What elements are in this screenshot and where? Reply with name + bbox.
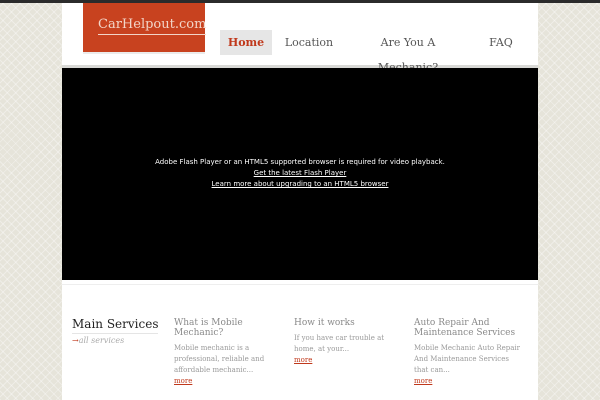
all-services-link-wrap[interactable]: →all services — [72, 336, 124, 345]
service-title[interactable]: What is Mobile Mechanic? — [174, 318, 284, 338]
main-services-title: Main Services — [72, 317, 159, 331]
more-link[interactable]: more — [174, 376, 284, 387]
all-services-link[interactable]: all services — [79, 336, 125, 345]
service-card-how-it-works: How it works If you have car trouble at … — [294, 318, 404, 366]
site-header: CarHelpout.com Home Location Are You A M… — [62, 3, 538, 74]
more-link[interactable]: more — [294, 355, 404, 366]
service-title[interactable]: How it works — [294, 318, 404, 328]
service-text: If you have car trouble at home, at your… — [294, 334, 385, 353]
html5-upgrade-link[interactable]: Learn more about upgrading to an HTML5 b… — [212, 180, 389, 188]
services-title-underline — [72, 333, 158, 334]
more-link[interactable]: more — [414, 376, 524, 387]
get-flash-player-link[interactable]: Get the latest Flash Player — [254, 169, 347, 177]
video-fallback-message: Adobe Flash Player or an HTML5 supported… — [62, 157, 538, 190]
arrow-right-icon: → — [72, 336, 79, 345]
service-text: Mobile mechanic is a professional, relia… — [174, 344, 265, 374]
nav-home[interactable]: Home — [220, 30, 272, 55]
video-player[interactable]: Adobe Flash Player or an HTML5 supported… — [62, 68, 538, 280]
site-logo-text[interactable]: CarHelpout.com — [98, 17, 207, 35]
service-title[interactable]: Auto Repair And Maintenance Services — [414, 318, 524, 338]
site-logo[interactable]: CarHelpout.com — [83, 3, 207, 52]
content-divider — [62, 284, 538, 285]
service-text: Mobile Mechanic Auto Repair And Maintena… — [414, 344, 520, 374]
nav-are-you-a-mechanic[interactable]: Are You A Mechanic? — [352, 30, 464, 74]
service-card-auto-repair: Auto Repair And Maintenance Services Mob… — [414, 318, 524, 387]
service-card-mobile-mechanic: What is Mobile Mechanic? Mobile mechanic… — [174, 318, 284, 387]
nav-faq[interactable]: FAQ — [480, 30, 522, 55]
page-container: CarHelpout.com Home Location Are You A M… — [62, 3, 538, 400]
nav-location[interactable]: Location — [282, 30, 336, 55]
video-requirement-text: Adobe Flash Player or an HTML5 supported… — [155, 158, 445, 166]
